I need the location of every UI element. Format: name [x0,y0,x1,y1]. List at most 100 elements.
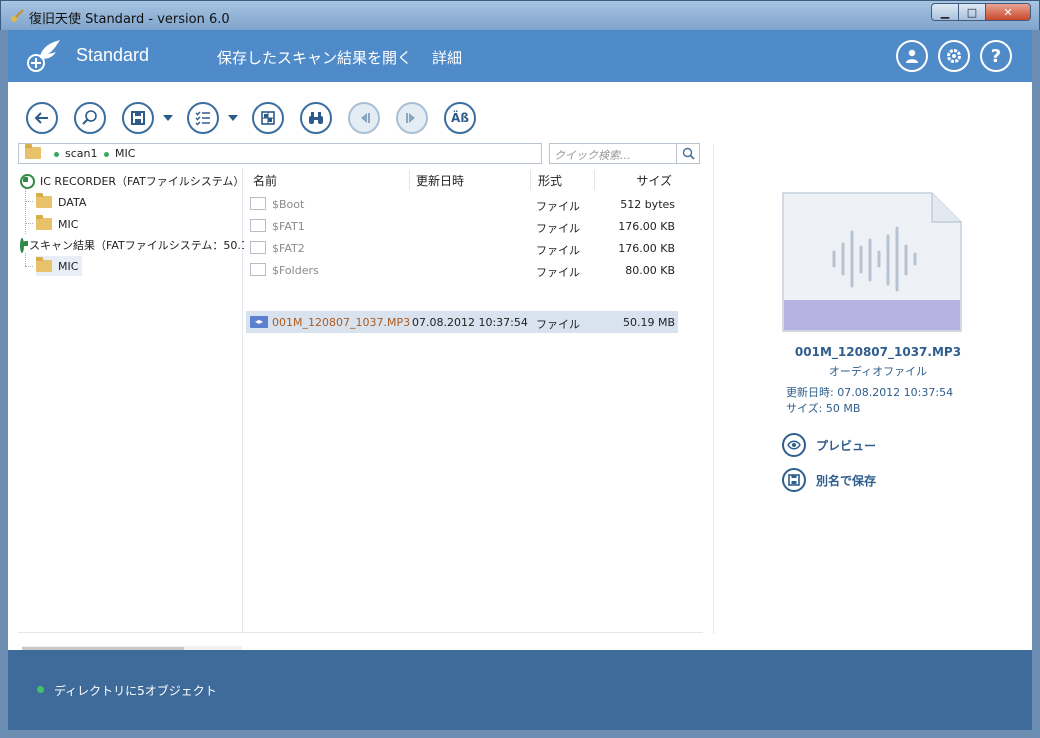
settings-button[interactable] [938,40,970,72]
save-dropdown-arrow[interactable] [163,115,173,121]
search-files-button[interactable] [74,102,106,134]
file-name: $FAT1 [272,220,305,233]
status-text: ディレクトリに5オブジェクト [54,684,217,698]
back-button[interactable] [26,102,58,134]
floppy-disk-icon [782,468,806,492]
column-modified[interactable]: 更新日時 [416,172,464,189]
breadcrumb[interactable]: scan1 MIC [18,143,542,164]
table-row[interactable]: $FAT2 ファイル 176.00 KB [246,237,678,259]
select-items-button[interactable] [187,102,219,134]
preview-filename: 001M_120807_1037.MP3 [794,345,962,359]
preview-modified: 更新日時: 07.08.2012 10:37:54 [786,386,954,399]
tree-item-data[interactable]: DATA [36,192,86,212]
file-size: 176.00 KB [618,242,675,255]
app-client-area: Standard 保存したスキャン結果を開く 詳細 ? Äß scan1 MIC… [8,30,1032,730]
preview-button[interactable]: プレビュー [782,433,876,457]
tree-item-mic[interactable]: MIC [36,214,78,234]
tree-item-scan-results[interactable]: スキャン結果（FATファイルシステム：50.19 [20,235,244,255]
folder-icon [36,257,52,272]
file-name: $Folders [272,264,319,277]
checklist-icon [195,111,210,126]
charset-button[interactable]: Äß [444,102,476,134]
column-size[interactable]: サイズ [636,172,672,189]
search-icon [682,147,695,160]
account-button[interactable] [896,40,928,72]
folder-icon [25,144,41,159]
binoculars-icon [309,112,323,124]
folder-icon [36,193,52,208]
tree-item-ic-recorder[interactable]: IC RECORDER（FATファイルシステム） [20,171,244,191]
help-button[interactable]: ? [980,40,1012,72]
close-button[interactable]: ✕ [985,3,1031,21]
window-titlebar: 復旧天使 Standard - version 6.0 ▁ □ ✕ [0,0,1040,30]
user-icon [906,49,918,63]
save-as-button-label: 別名で保存 [816,473,877,488]
floppy-disk-icon [131,111,145,125]
tree-guide-line [25,188,26,234]
column-type[interactable]: 形式 [538,172,562,189]
panel-divider [18,632,703,633]
preview-button-label: プレビュー [816,438,877,453]
app-header: Standard 保存したスキャン結果を開く 詳細 ? [8,30,1032,82]
save-as-button[interactable]: 別名で保存 [782,468,876,492]
maximize-button[interactable]: □ [958,3,986,21]
file-type: ファイル [536,200,580,213]
view-mode-button[interactable] [252,102,284,134]
file-name: $Boot [272,198,305,211]
magnifier-icon [82,110,97,125]
file-type: ファイル [536,266,580,279]
file-icon [250,219,266,232]
tree-guide-line [25,266,33,267]
file-type: ファイル [536,222,580,235]
status-dot-icon [54,151,59,157]
search-button[interactable] [677,143,700,164]
step-back-icon [361,113,370,123]
column-name[interactable]: 名前 [253,172,277,189]
status-bar: ディレクトリに5オブジェクト [8,650,1032,730]
file-size: 512 bytes [620,198,675,211]
select-dropdown-arrow[interactable] [228,115,238,121]
breadcrumb-item-scan[interactable]: scan1 [54,147,98,160]
file-list-header: 名前 更新日時 形式 サイズ [246,168,678,190]
panel-divider [713,144,714,634]
details-link[interactable]: 詳細 [432,47,462,68]
tree-guide-line [25,223,33,224]
folder-icon [36,215,52,230]
column-divider[interactable] [409,170,410,190]
breadcrumb-item-mic[interactable]: MIC [104,147,135,160]
preview-size: サイズ: 50 MB [786,402,861,415]
table-row[interactable]: $Folders ファイル 80.00 KB [246,259,678,281]
tree-item-label: スキャン結果（FATファイルシステム：50.19 [29,239,244,252]
breadcrumb-label: scan1 [65,147,98,160]
find-button[interactable] [300,102,332,134]
tree-item-mic-selected[interactable]: MIC [36,256,83,276]
open-saved-scan-link[interactable]: 保存したスキャン結果を開く [217,47,412,68]
step-forward-icon [406,113,415,123]
drive-icon [20,173,35,189]
table-row-selected[interactable]: ◂▸ 001M_120807_1037.MP3 07.08.2012 10:37… [246,311,678,333]
previous-button[interactable] [348,102,380,134]
file-size: 176.00 KB [618,220,675,233]
next-button[interactable] [396,102,428,134]
file-name: $FAT2 [272,242,305,255]
table-row[interactable]: $FAT1 ファイル 176.00 KB [246,215,678,237]
file-icon [250,263,266,276]
column-divider[interactable] [594,170,595,190]
column-divider[interactable] [530,170,531,190]
file-type: ファイル [536,318,580,331]
gear-icon [947,49,961,63]
quick-search-input[interactable]: クイック検索... [549,143,677,164]
file-modified: 07.08.2012 10:37:54 [412,316,528,329]
window-controls: ▁ □ ✕ [931,3,1031,21]
window-title: 復旧天使 Standard - version 6.0 [29,12,230,27]
drive-icon [20,237,28,253]
save-button[interactable] [122,102,154,134]
breadcrumb-label: MIC [115,147,136,160]
grid-view-icon [261,111,275,125]
file-type: ファイル [536,244,580,257]
eye-icon [782,433,806,457]
tree-item-label: MIC [58,259,79,273]
minimize-button[interactable]: ▁ [931,3,959,21]
file-size: 50.19 MB [622,316,675,329]
table-row[interactable]: $Boot ファイル 512 bytes [246,193,678,215]
